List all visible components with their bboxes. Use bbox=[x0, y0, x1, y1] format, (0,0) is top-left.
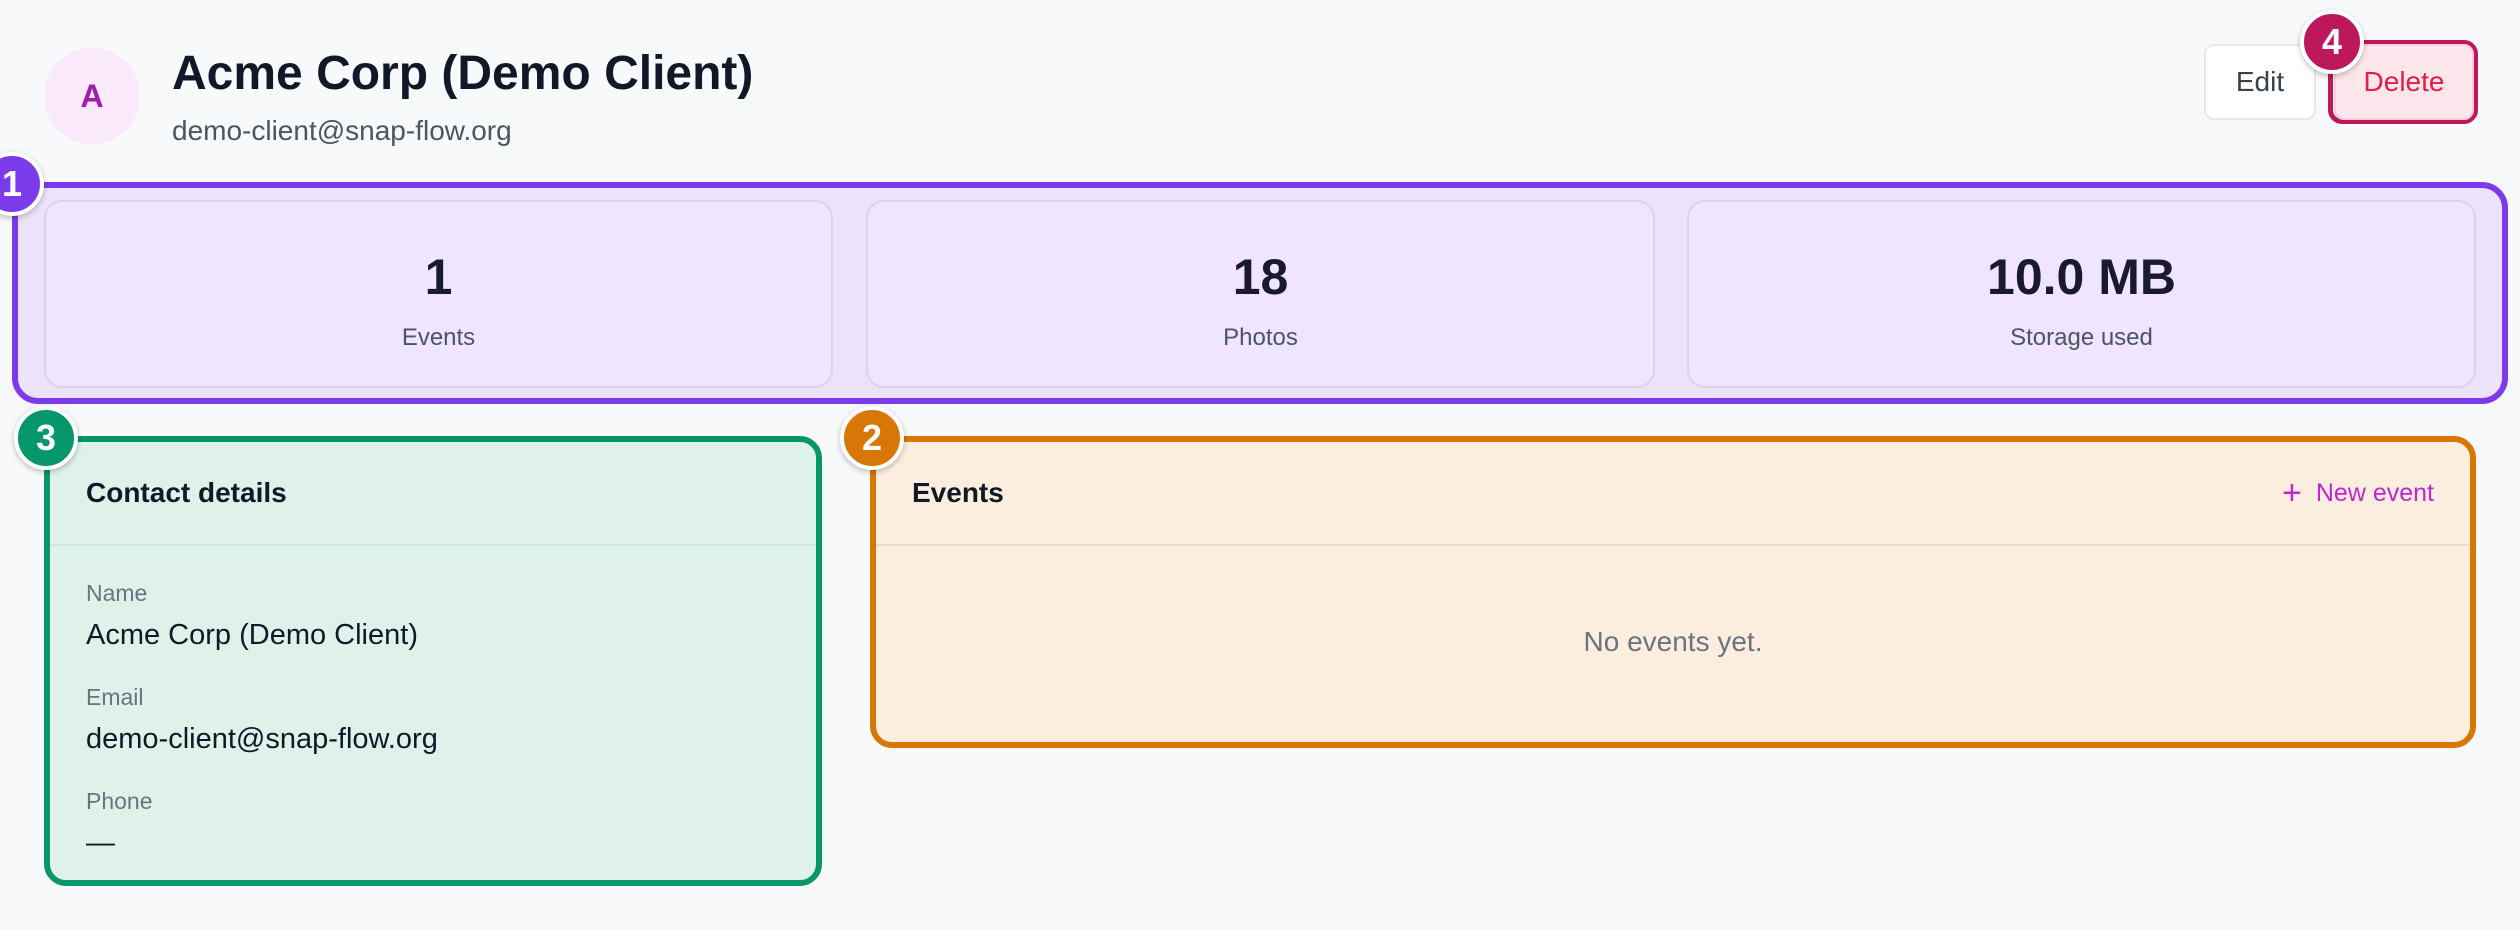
field-label: Phone bbox=[86, 788, 153, 814]
field-label: Name bbox=[86, 580, 148, 606]
stat-value: 10.0 MB bbox=[1987, 249, 2176, 305]
field-value: demo-client@snap-flow.org bbox=[86, 723, 438, 755]
field-value: Acme Corp (Demo Client) bbox=[86, 619, 418, 651]
stat-value: 1 bbox=[424, 249, 453, 305]
events-header: Events + New event bbox=[876, 442, 2470, 546]
stat-card-events: 1 Events bbox=[44, 200, 833, 388]
client-header: A Acme Corp (Demo Client) demo-client@sn… bbox=[0, 0, 2520, 170]
stat-label: Photos bbox=[1223, 324, 1298, 351]
field-value: — bbox=[86, 827, 115, 859]
stat-label: Events bbox=[401, 324, 476, 351]
page-title: Acme Corp (Demo Client) bbox=[172, 47, 754, 100]
avatar: A bbox=[44, 48, 140, 144]
plus-icon: + bbox=[2282, 474, 2302, 512]
edit-button[interactable]: Edit bbox=[2204, 44, 2316, 120]
client-email-subtitle: demo-client@snap-flow.org bbox=[172, 115, 512, 146]
stat-card-storage: 10.0 MB Storage used bbox=[1687, 200, 2476, 388]
field-email: Email demo-client@snap-flow.org bbox=[50, 684, 816, 756]
stat-value: 18 bbox=[1232, 249, 1289, 305]
events-title: Events bbox=[912, 477, 1004, 508]
contact-details-card: Contact details Name Acme Corp (Demo Cli… bbox=[44, 436, 822, 886]
events-card: Events + New event No events yet. bbox=[870, 436, 2476, 748]
events-empty-state: No events yet. bbox=[1583, 626, 1763, 657]
marker-4: 4 bbox=[2300, 10, 2364, 74]
contact-details-title: Contact details bbox=[50, 442, 816, 546]
new-event-button[interactable]: + New event bbox=[2282, 476, 2434, 510]
stat-label: Storage used bbox=[2010, 324, 2153, 351]
marker-2: 2 bbox=[840, 406, 904, 470]
field-label: Email bbox=[86, 684, 144, 710]
stat-card-photos: 18 Photos bbox=[866, 200, 1655, 388]
field-phone: Phone — bbox=[50, 788, 816, 860]
new-event-label: New event bbox=[2315, 478, 2434, 507]
field-name: Name Acme Corp (Demo Client) bbox=[50, 580, 816, 652]
marker-3: 3 bbox=[14, 406, 78, 470]
